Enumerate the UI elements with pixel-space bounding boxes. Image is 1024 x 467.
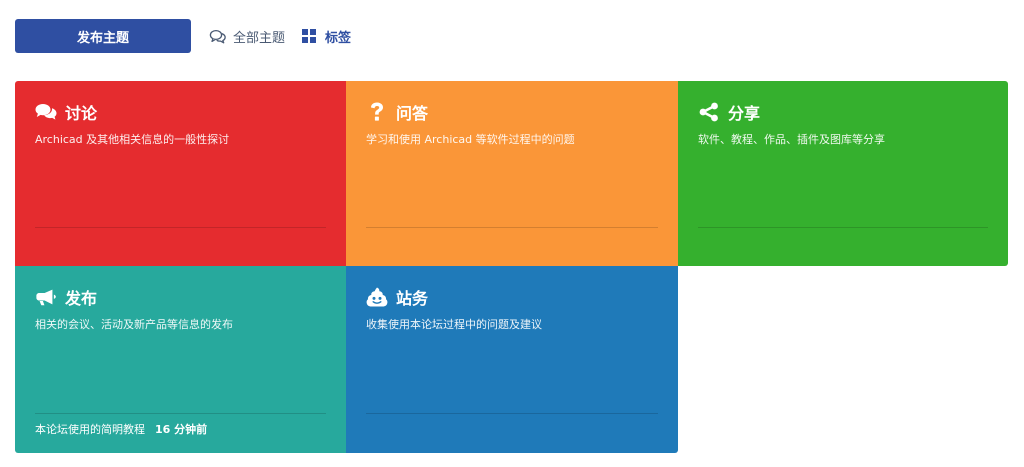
divider (366, 413, 658, 414)
category-description: 软件、教程、作品、插件及图库等分享 (698, 133, 885, 146)
last-post-time: 16 分钟前 (155, 423, 208, 436)
toolbar: 发布主题 全部主题 标签 (15, 19, 351, 53)
new-topic-label: 发布主题 (76, 30, 129, 46)
tags-link[interactable]: 标签 (301, 27, 351, 46)
category-description: Archicad 及其他相关信息的一般性探讨 (35, 133, 230, 146)
divider (35, 227, 326, 228)
grid-icon (301, 28, 319, 44)
category-title: 讨论 (65, 104, 98, 123)
category-title: 发布 (65, 289, 98, 308)
all-topics-label: 全部主题 (233, 30, 286, 46)
tags-label: 标签 (325, 30, 352, 46)
category-header: 发布 (35, 285, 97, 309)
divider (35, 413, 326, 414)
question-icon (366, 101, 388, 123)
new-topic-button[interactable]: 发布主题 (15, 19, 191, 53)
category-title: 站务 (396, 289, 429, 308)
category-header: 问答 (366, 100, 428, 124)
last-post[interactable]: 本论坛使用的简明教程 16 分钟前 (35, 421, 207, 437)
last-post-title[interactable]: 本论坛使用的简明教程 (35, 421, 145, 437)
category-tile-site[interactable]: 站务 收集使用本论坛过程中的问题及建议 (346, 266, 678, 453)
category-header: 分享 (698, 100, 760, 124)
category-title: 分享 (728, 104, 761, 123)
category-tile-share[interactable]: 分享 软件、教程、作品、插件及图库等分享 (678, 81, 1008, 266)
category-grid: 讨论 Archicad 及其他相关信息的一般性探讨 问答 学习和使用 Archi… (15, 81, 1008, 453)
all-topics-link[interactable]: 全部主题 (209, 27, 285, 46)
category-tile-discuss[interactable]: 讨论 Archicad 及其他相关信息的一般性探讨 (15, 81, 346, 266)
comments-icon (35, 101, 57, 123)
category-header: 站务 (366, 285, 428, 309)
category-tile-qa[interactable]: 问答 学习和使用 Archicad 等软件过程中的问题 (346, 81, 678, 266)
category-description: 相关的会议、活动及新产品等信息的发布 (35, 318, 233, 331)
bullhorn-icon (35, 286, 57, 308)
category-header: 讨论 (35, 100, 97, 124)
comments-outline-icon (209, 28, 227, 44)
category-tile-release[interactable]: 发布 相关的会议、活动及新产品等信息的发布 本论坛使用的简明教程 16 分钟前 (15, 266, 346, 453)
category-title: 问答 (396, 104, 429, 123)
category-description: 收集使用本论坛过程中的问题及建议 (366, 318, 542, 331)
category-description: 学习和使用 Archicad 等软件过程中的问题 (366, 133, 575, 146)
share-icon (698, 101, 720, 123)
divider (366, 227, 658, 228)
poop-icon (366, 286, 388, 308)
divider (698, 227, 988, 228)
